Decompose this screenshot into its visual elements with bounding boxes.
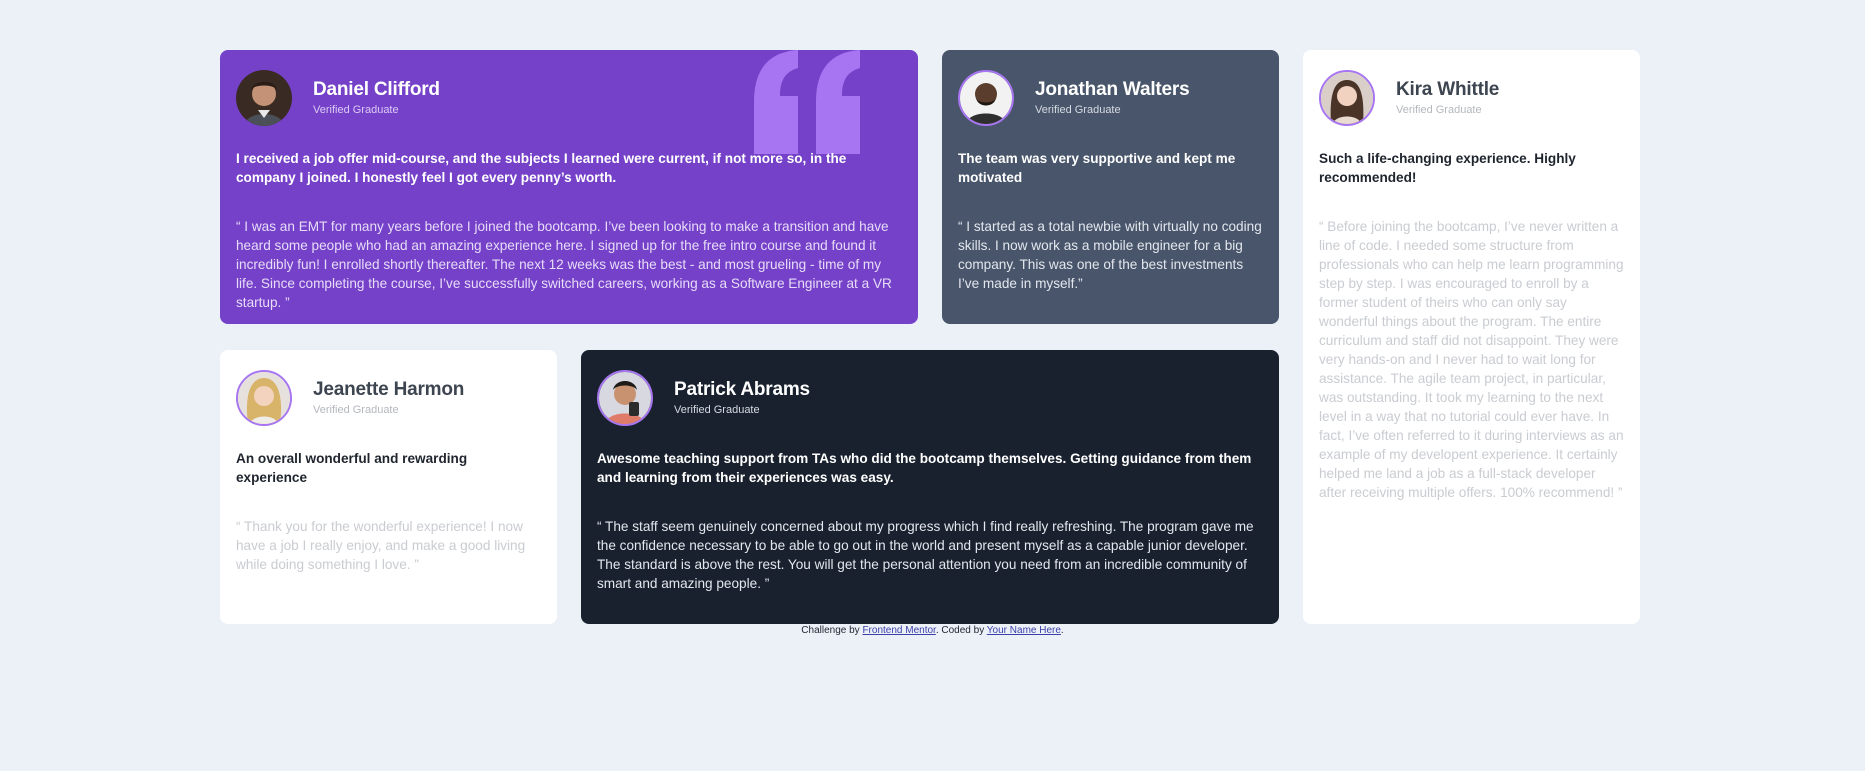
avatar (958, 70, 1014, 126)
testimonial-body: “ I started as a total newbie with virtu… (958, 219, 1262, 291)
testimonial-body: “ The staff seem genuinely concerned abo… (597, 519, 1254, 591)
attribution-prefix: Challenge by (801, 625, 863, 636)
avatar (236, 370, 292, 426)
person-name: Jeanette Harmon (313, 379, 465, 400)
frontend-mentor-link[interactable]: Frontend Mentor (862, 625, 935, 636)
testimonial-card-jonathan: Jonathan Walters Verified Graduate The t… (942, 50, 1279, 324)
testimonial-card-patrick: Patrick Abrams Verified Graduate Awesome… (581, 350, 1279, 624)
name-block: Jonathan Walters Verified Graduate (1035, 79, 1190, 117)
testimonial-headline: Awesome teaching support from TAs who di… (597, 451, 1252, 485)
attribution-suffix: . (1060, 625, 1064, 636)
verified-tag: Verified Graduate (674, 404, 760, 416)
avatar (597, 370, 653, 426)
testimonial-card-jeanette: Jeanette Harmon Verified Graduate An ove… (220, 350, 557, 624)
testimonials-grid: Daniel Clifford Verified Graduate I rece… (220, 50, 1640, 624)
attribution-middle: . Coded by (935, 625, 987, 636)
person-name: Jonathan Walters (1035, 79, 1190, 100)
testimonial-header: Kira Whittle Verified Graduate (1319, 68, 1624, 128)
testimonial-headline: The team was very supportive and kept me… (958, 151, 1236, 185)
verified-tag: Verified Graduate (1396, 104, 1482, 116)
testimonial-header: Jeanette Harmon Verified Graduate (236, 368, 541, 428)
name-block: Daniel Clifford Verified Graduate (313, 79, 440, 117)
testimonial-body: “ Thank you for the wonderful experience… (236, 519, 526, 572)
person-name: Kira Whittle (1396, 79, 1500, 100)
verified-tag: Verified Graduate (313, 104, 399, 116)
testimonial-body: “ I was an EMT for many years before I j… (236, 219, 892, 310)
attribution: Challenge by Frontend Mentor. Coded by Y… (0, 624, 1865, 638)
person-name: Patrick Abrams (674, 379, 810, 400)
testimonial-header: Daniel Clifford Verified Graduate (236, 68, 902, 128)
person-name: Daniel Clifford (313, 79, 440, 100)
name-block: Jeanette Harmon Verified Graduate (313, 379, 464, 417)
avatar (236, 70, 292, 126)
testimonial-header: Patrick Abrams Verified Graduate (597, 368, 1263, 428)
testimonial-headline: An overall wonderful and rewarding exper… (236, 451, 468, 485)
name-block: Patrick Abrams Verified Graduate (674, 379, 810, 417)
name-block: Kira Whittle Verified Graduate (1396, 79, 1499, 117)
verified-tag: Verified Graduate (313, 404, 399, 416)
testimonial-headline: I received a job offer mid-course, and t… (236, 151, 847, 185)
testimonial-header: Jonathan Walters Verified Graduate (958, 68, 1263, 128)
testimonial-card-kira: Kira Whittle Verified Graduate Such a li… (1303, 50, 1640, 624)
testimonial-card-daniel: Daniel Clifford Verified Graduate I rece… (220, 50, 918, 324)
verified-tag: Verified Graduate (1035, 104, 1121, 116)
author-link[interactable]: Your Name Here (987, 625, 1061, 636)
testimonial-headline: Such a life-changing experience. Highly … (1319, 151, 1576, 185)
avatar (1319, 70, 1375, 126)
testimonial-body: “ Before joining the bootcamp, I’ve neve… (1319, 219, 1624, 500)
